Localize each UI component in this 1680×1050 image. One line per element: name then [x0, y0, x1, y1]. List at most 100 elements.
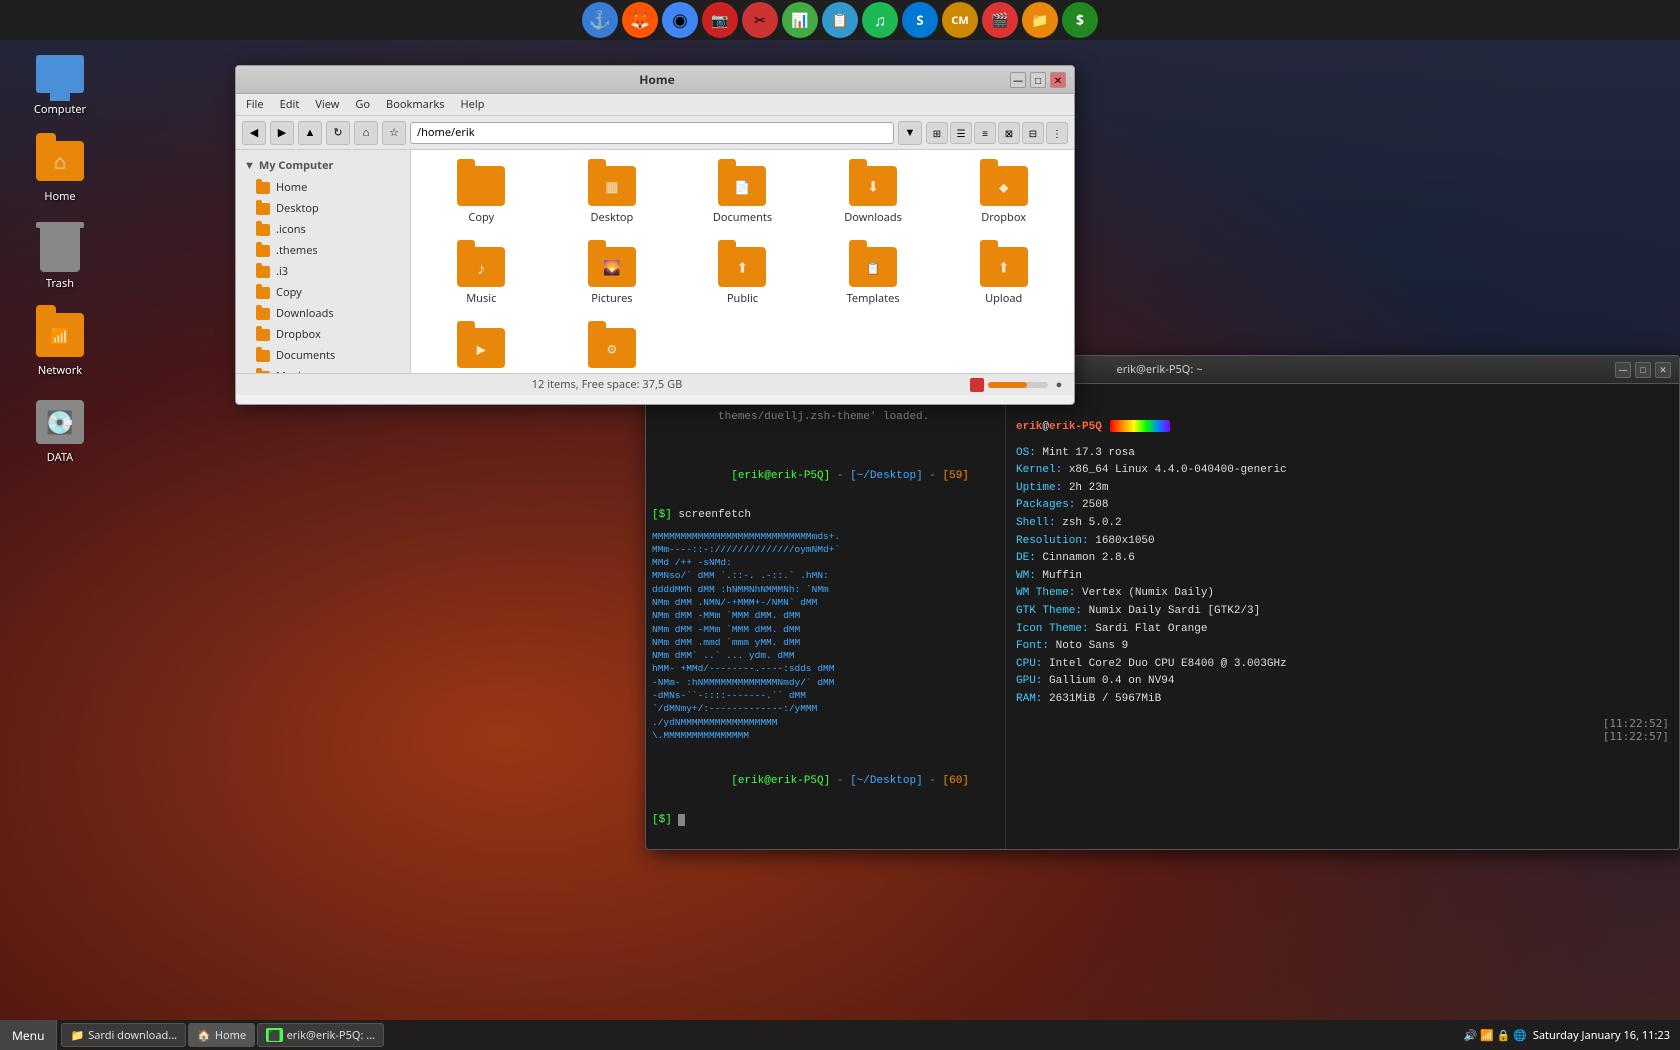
fm-view-grid-btn[interactable]: ⊟ [1022, 122, 1044, 144]
terminal-title: erik@erik-P5Q: ~ [1117, 362, 1203, 377]
fm-home-btn[interactable]: ⌂ [354, 121, 378, 145]
sidebar-item-downloads[interactable]: Downloads [236, 303, 410, 324]
taskbar-item-0[interactable]: 📁 Sardi download... [61, 1023, 186, 1047]
fm-menu-edit[interactable]: Edit [274, 95, 306, 114]
desktop: ⚓ 🦊 ◉ 📷 ✂ 📊 📋 ♫ S CM 🎬 📁 $ Computer ⌂ [0, 0, 1680, 1050]
sidebar-item-copy[interactable]: Copy [236, 282, 410, 303]
sidebar-item-desktop[interactable]: Desktop [236, 198, 410, 219]
fm-go-btn[interactable]: ▼ [898, 121, 922, 145]
terminal-close-btn[interactable]: ✕ [1655, 362, 1671, 378]
app-chrome[interactable]: ◉ [662, 2, 698, 38]
taskbar-item-1-label: Home [215, 1028, 246, 1043]
sysinfo-user-header: erik@erik-P5Q [1016, 416, 1669, 437]
file-item-music[interactable]: Music [421, 241, 542, 312]
taskbar-item-1[interactable]: 🏠 Home [188, 1023, 255, 1047]
fm-view-opt-btn[interactable]: ⋮ [1046, 122, 1068, 144]
fm-back-btn[interactable]: ◀ [242, 121, 266, 145]
home-label: Home [44, 189, 75, 204]
fm-refresh-btn[interactable]: ↻ [326, 121, 350, 145]
documents-folder-icon [718, 166, 766, 206]
app-anchor[interactable]: ⚓ [582, 2, 618, 38]
desktop-icon-home[interactable]: ⌂ Home [20, 137, 100, 204]
fm-menu-bookmarks[interactable]: Bookmarks [380, 95, 450, 114]
fm-address-bar[interactable]: /home/erik [410, 122, 894, 144]
app-folder[interactable]: 📁 [1022, 2, 1058, 38]
terminal-maximize-btn[interactable]: □ [1635, 362, 1651, 378]
fm-view-icon-btn[interactable]: ⊞ [926, 122, 948, 144]
sidebar-item-documents[interactable]: Documents [236, 345, 410, 366]
fm-zoom-bar[interactable] [988, 382, 1048, 388]
file-item-public[interactable]: Public [682, 241, 803, 312]
fm-menu-go[interactable]: Go [349, 95, 376, 114]
fm-view-list-btn[interactable]: ≡ [974, 122, 996, 144]
desktop-label: Desktop [591, 210, 634, 225]
sysinfo-os: OS: Mint 17.3 rosa [1016, 445, 1669, 463]
file-item-copy[interactable]: Copy [421, 160, 542, 231]
sidebar-item-music[interactable]: Music [236, 366, 410, 373]
file-item-documents[interactable]: Documents [682, 160, 803, 231]
taskbar-menu-btn[interactable]: Menu [0, 1020, 57, 1050]
fm-close-btn[interactable]: ✕ [1050, 72, 1066, 88]
desktop-icon-trash[interactable]: Trash [20, 224, 100, 291]
sysinfo-uptime: Uptime: 2h 23m [1016, 480, 1669, 498]
fm-view-compact-btn[interactable]: ☰ [950, 122, 972, 144]
sidebar-item-dropbox[interactable]: Dropbox [236, 324, 410, 345]
fm-bookmark-btn[interactable]: ☆ [382, 121, 406, 145]
taskbar-item-0-label: Sardi download... [88, 1028, 177, 1043]
app-spotify[interactable]: ♫ [862, 2, 898, 38]
file-item-dropbox[interactable]: Dropbox [943, 160, 1064, 231]
sidebar-item-themes[interactable]: .themes [236, 240, 410, 261]
sysinfo-icon: Icon Theme: Sardi Flat Orange [1016, 621, 1669, 639]
file-item-pictures[interactable]: Pictures [552, 241, 673, 312]
sidebar-dropbox-icon [256, 329, 270, 341]
fm-menu-help[interactable]: Help [455, 95, 491, 114]
fm-file-grid-container: Copy Desktop Documents Dow [411, 150, 1074, 373]
fm-view-extra-btn[interactable]: ⊠ [998, 122, 1020, 144]
desktop-icon-computer[interactable]: Computer [20, 50, 100, 117]
sidebar-home-icon [256, 182, 270, 194]
file-item-desktop[interactable]: Desktop [552, 160, 673, 231]
app-shutter[interactable]: 📷 [702, 2, 738, 38]
fm-maximize-btn[interactable]: □ [1030, 72, 1046, 88]
fm-menu-file[interactable]: File [240, 95, 270, 114]
sysinfo-wm: WM: Muffin [1016, 568, 1669, 586]
desktop-icon-network[interactable]: 📶 Network [20, 311, 100, 378]
taskbar-item-2[interactable]: ⬛ erik@erik-P5Q: ... [257, 1023, 384, 1047]
app-copyq[interactable]: 📋 [822, 2, 858, 38]
app-activity[interactable]: 📊 [782, 2, 818, 38]
fm-sidebar-header: ▼ My Computer [236, 154, 410, 177]
sidebar-home-label: Home [276, 180, 307, 195]
app-skype[interactable]: S [902, 2, 938, 38]
sidebar-desktop-label: Desktop [276, 201, 319, 216]
fm-forward-btn[interactable]: ▶ [270, 121, 294, 145]
sysinfo-packages: Packages: 2508 [1016, 497, 1669, 515]
copy-folder-icon [457, 166, 505, 206]
file-item-upload[interactable]: Upload [943, 241, 1064, 312]
file-item-downloads[interactable]: Downloads [813, 160, 934, 231]
screenfetch-art-block: MMMMMMMMMMMMMMMMMMMMMMMMMMMMmds+. MMm---… [652, 530, 999, 743]
app-firefox[interactable]: 🦊 [622, 2, 658, 38]
fm-menu-view[interactable]: View [309, 95, 345, 114]
public-folder-icon [718, 247, 766, 287]
sidebar-item-i3[interactable]: .i3 [236, 261, 410, 282]
app-dollar[interactable]: $ [1062, 2, 1098, 38]
app-cm[interactable]: CM [942, 2, 978, 38]
app-redshift[interactable]: ✂ [742, 2, 778, 38]
sidebar-themes-label: .themes [276, 243, 318, 258]
top-panel: ⚓ 🦊 ◉ 📷 ✂ 📊 📋 ♫ S CM 🎬 📁 $ [0, 0, 1680, 40]
sidebar-music-icon [256, 371, 270, 374]
terminal-minimize-btn[interactable]: — [1615, 362, 1631, 378]
file-item-videos[interactable]: Videos [421, 322, 542, 373]
fm-up-btn[interactable]: ▲ [298, 121, 322, 145]
sidebar-item-icons[interactable]: .icons [236, 219, 410, 240]
fm-minimize-btn[interactable]: — [1010, 72, 1026, 88]
file-item-templates[interactable]: Templates [813, 241, 934, 312]
sidebar-music-label: Music [276, 369, 306, 373]
sidebar-item-home[interactable]: Home [236, 177, 410, 198]
desktop-icon-data[interactable]: 💽 DATA [20, 398, 100, 465]
file-item-vmware[interactable]: vmware [552, 322, 673, 373]
sidebar-downloads-label: Downloads [276, 306, 334, 321]
sysinfo-kernel: Kernel: x86_64 Linux 4.4.0-040400-generi… [1016, 462, 1669, 480]
app-kazam[interactable]: 🎬 [982, 2, 1018, 38]
sidebar-i3-label: .i3 [276, 264, 288, 279]
